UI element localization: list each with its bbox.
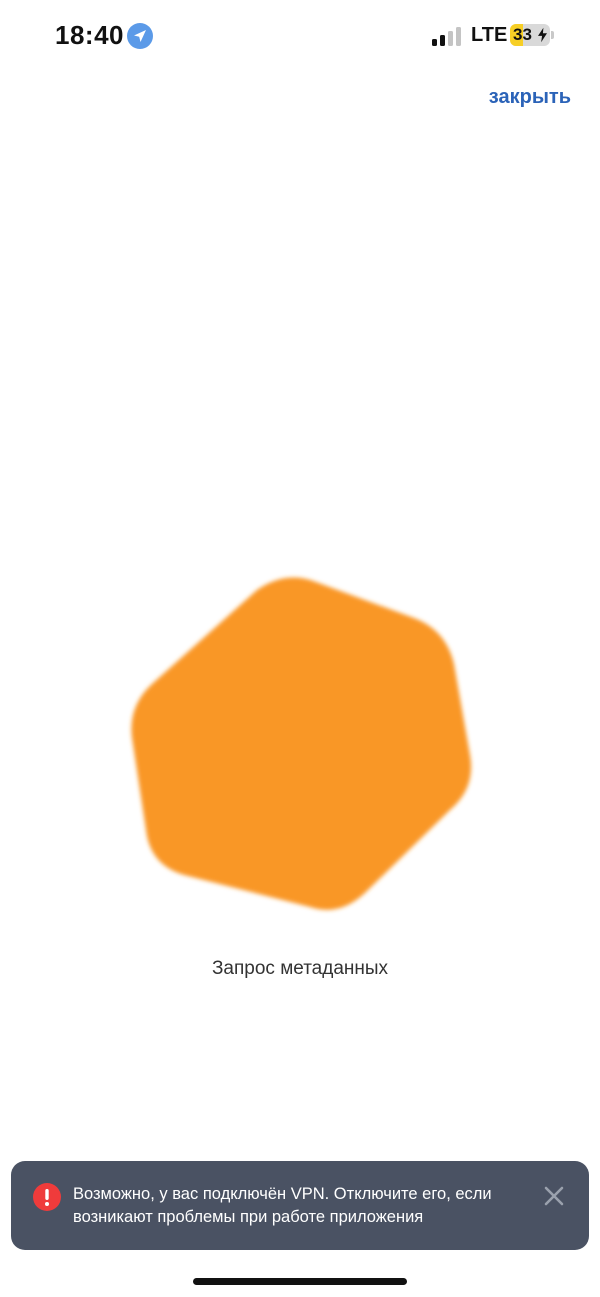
loader-caption: Запрос метаданных — [211, 958, 389, 979]
battery-body: 33 — [510, 24, 550, 46]
hexagon-loader-icon — [131, 577, 472, 910]
battery-percent: 33 — [513, 25, 532, 44]
network-type: LTE — [471, 24, 508, 46]
vpn-warning-toast: Возможно, у вас подключён VPN. Отключите… — [11, 1161, 589, 1250]
status-bar: 18:40 LTE 33 — [0, 0, 600, 72]
location-arrow-icon — [127, 23, 153, 49]
close-icon[interactable] — [543, 1185, 565, 1207]
close-button[interactable]: закрыть — [489, 86, 571, 109]
lightning-bolt-icon — [538, 27, 547, 43]
toast-message: Возможно, у вас подключён VPN. Отключите… — [73, 1185, 492, 1226]
cellular-signal-icon — [432, 27, 461, 46]
battery-cap — [551, 31, 554, 39]
status-time: 18:40 — [55, 20, 124, 50]
error-exclamation-icon — [33, 1183, 61, 1211]
battery-indicator: 33 — [510, 24, 554, 46]
home-indicator — [193, 1278, 407, 1285]
